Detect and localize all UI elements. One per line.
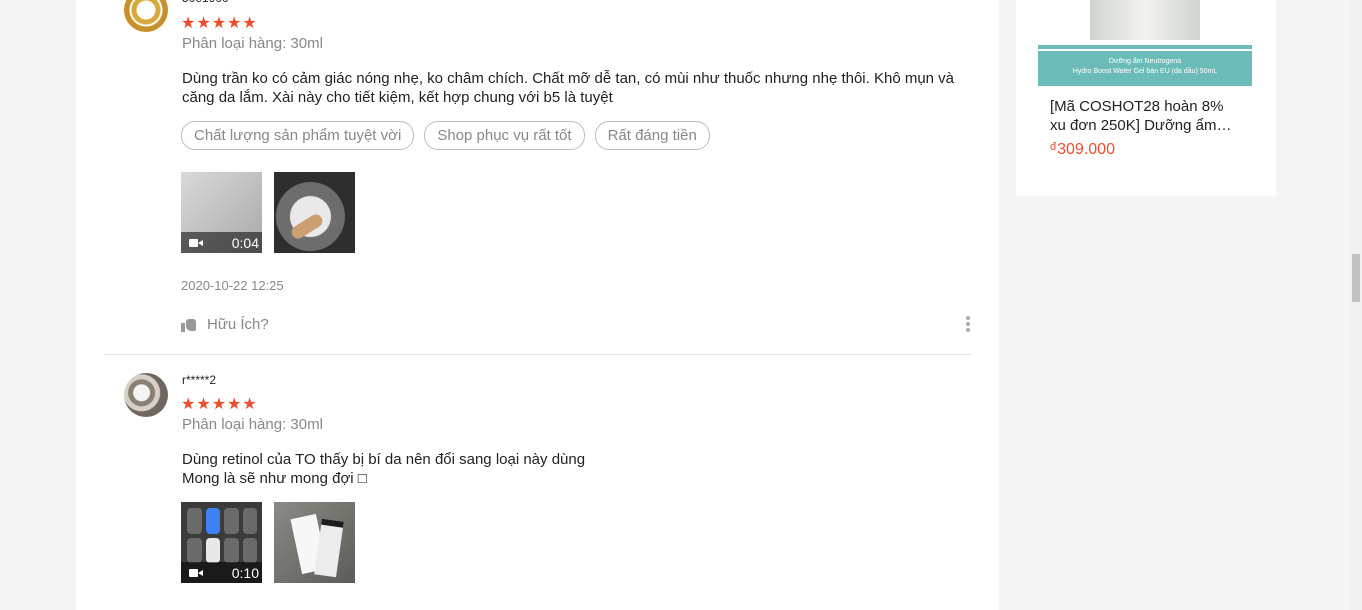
video-camera-icon — [189, 568, 203, 578]
rating-stars: ★★★★★ — [181, 396, 258, 413]
product-title[interactable]: [Mã COSHOT28 hoàn 8% xu đơn 250K] Dưỡng … — [1050, 97, 1255, 135]
product-image[interactable]: Dưỡng ẩm Neutrogena Hydro Boost Water Ge… — [1038, 0, 1252, 86]
review-timestamp: 2020-10-22 12:25 — [181, 278, 284, 293]
review-text: Dùng trần ko có cảm giác nóng nhẹ, ko ch… — [182, 70, 955, 106]
user-avatar — [124, 373, 168, 417]
review-variant: Phân loại hàng: 30ml — [182, 35, 323, 52]
review-video-thumbnail[interactable]: 0:04 — [181, 172, 262, 253]
review-tag: Rất đáng tiền — [594, 121, 710, 150]
price-value: 309.000 — [1057, 141, 1115, 158]
helpful-button[interactable]: Hữu Ích? — [181, 316, 269, 333]
review-divider — [104, 354, 972, 355]
product-title-line: xu đơn 250K] Dưỡng ẩm… — [1050, 117, 1232, 134]
vertical-scrollbar[interactable] — [1350, 0, 1362, 610]
currency-symbol: đ — [1050, 141, 1057, 153]
product-title-line: [Mã COSHOT28 hoàn 8% — [1050, 98, 1224, 115]
review-text: Dùng retinol của TO thấy bị bí da nên đổ… — [182, 450, 962, 488]
image-detail — [289, 211, 325, 242]
review-username: r*****2 — [182, 373, 217, 387]
product-image-banner: Dưỡng ẩm Neutrogena Hydro Boost Water Ge… — [1038, 45, 1252, 86]
video-duration: 0:04 — [231, 234, 259, 251]
product-price: đ309.000 — [1050, 141, 1115, 159]
review-variant: Phân loại hàng: 30ml — [182, 416, 323, 433]
video-preview — [187, 508, 257, 563]
product-photo — [1090, 0, 1200, 40]
review-username: 50e1900 — [182, 0, 229, 5]
review-tag: Shop phục vụ rất tốt — [424, 121, 585, 150]
review-tags: Chất lượng sản phẩm tuyệt vời Shop phục … — [181, 121, 710, 150]
thumbs-up-icon — [181, 318, 197, 332]
helpful-label: Hữu Ích? — [207, 316, 269, 333]
scrollbar-thumb[interactable] — [1352, 254, 1360, 302]
more-options-icon[interactable] — [966, 316, 970, 332]
review-text-line: Dùng retinol của TO thấy bị bí da nên đổ… — [182, 451, 586, 468]
review-tag: Chất lượng sản phẩm tuyệt vời — [181, 121, 415, 150]
review-image-thumbnail[interactable] — [274, 172, 355, 253]
video-camera-icon — [189, 238, 203, 248]
video-duration: 0:10 — [231, 564, 259, 581]
review-image-thumbnail[interactable] — [274, 502, 355, 583]
review-video-thumbnail[interactable]: 0:10 — [181, 502, 262, 583]
video-overlay: 0:04 — [181, 232, 262, 253]
video-overlay: 0:10 — [181, 562, 262, 583]
review-text-line: Mong là sẽ như mong đợi □ — [182, 470, 367, 487]
rating-stars: ★★★★★ — [181, 15, 258, 32]
